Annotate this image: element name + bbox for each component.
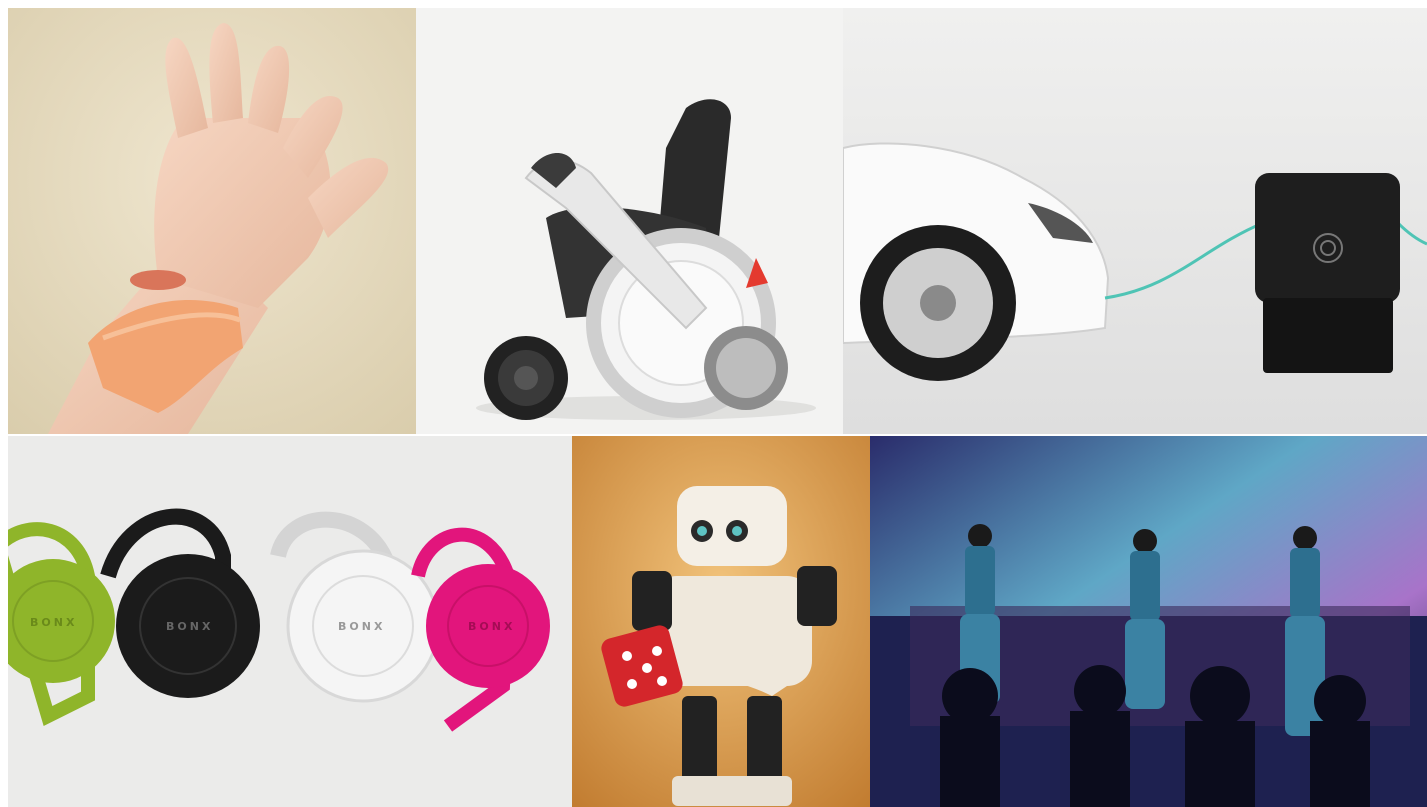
photo-dancers-stage xyxy=(870,436,1427,807)
photo-hand-wristband xyxy=(8,8,416,434)
earpiece-label-white: BONX xyxy=(338,620,385,633)
earpiece-label-green: BONX xyxy=(30,616,77,629)
photo-mobility-wheelchair xyxy=(416,8,843,434)
earpiece-label-pink: BONX xyxy=(468,620,515,633)
earpiece-label-black: BONX xyxy=(166,620,213,633)
photo-earpiece-devices: BONX BONX BONX BONX xyxy=(8,436,572,807)
photo-car-obd-device xyxy=(843,8,1427,434)
photo-robot-with-dice xyxy=(572,436,870,807)
